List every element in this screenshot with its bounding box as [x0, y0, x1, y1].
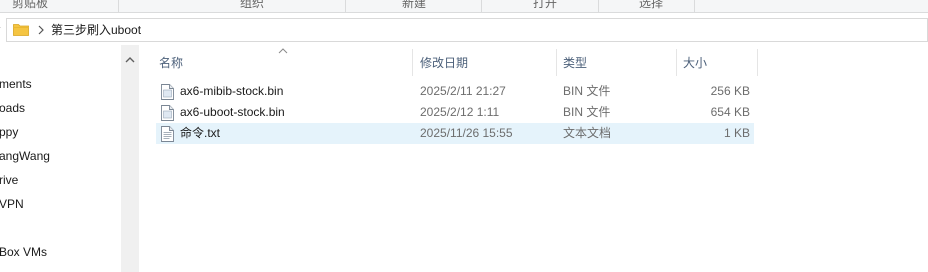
ribbon-divider — [345, 0, 346, 12]
column-header-name[interactable]: 名称 — [159, 54, 183, 72]
file-list: 名称 修改日期 类型 大小 ax6-mibib-stock.bin 2025/2… — [139, 45, 928, 272]
nav-item-documents[interactable]: ments — [0, 75, 32, 93]
column-header-type[interactable]: 类型 — [563, 54, 587, 72]
column-divider[interactable] — [676, 49, 677, 76]
column-header-date[interactable]: 修改日期 — [420, 54, 468, 72]
file-row[interactable]: ax6-uboot-stock.bin 2025/2/12 1:11 BIN 文… — [156, 102, 754, 123]
file-date: 2025/2/12 1:11 — [420, 105, 500, 119]
column-divider[interactable] — [757, 49, 758, 76]
bin-file-icon — [161, 84, 174, 100]
ribbon-group-organize: 组织 — [240, 0, 265, 10]
nav-item-wangwang[interactable]: angWang — [0, 147, 50, 165]
text-file-icon — [161, 126, 174, 142]
scroll-up-icon[interactable] — [125, 53, 135, 63]
ribbon-group-new: 新建 — [402, 0, 427, 10]
column-divider[interactable] — [412, 49, 413, 76]
nav-item-ppy[interactable]: ppy — [0, 123, 18, 141]
address-bar[interactable]: 第三步刷入uboot — [6, 18, 928, 42]
ribbon-divider — [118, 0, 119, 12]
file-size: 654 KB — [710, 105, 750, 119]
file-date: 2025/11/26 15:55 — [420, 126, 513, 140]
file-name: ax6-uboot-stock.bin — [180, 105, 285, 119]
ribbon-group-labels: 剪贴板 组织 新建 打开 选择 — [0, 0, 928, 13]
file-size: 256 KB — [710, 84, 750, 98]
navigation-pane: ments oads ppy angWang rive VPN Box VMs — [0, 45, 121, 272]
ribbon-divider — [598, 0, 599, 12]
file-name: 命令.txt — [180, 126, 221, 140]
folder-icon — [13, 23, 29, 36]
navigation-scrollbar[interactable] — [121, 45, 139, 272]
breadcrumb-current-folder[interactable]: 第三步刷入uboot — [51, 22, 141, 38]
up-arrow-icon[interactable] — [0, 22, 4, 36]
ribbon-group-select: 选择 — [639, 0, 664, 10]
bin-file-icon — [161, 105, 174, 121]
file-date: 2025/2/11 21:27 — [420, 84, 506, 98]
file-size: 1 KB — [723, 126, 750, 140]
column-divider[interactable] — [556, 49, 557, 76]
file-row[interactable]: ax6-mibib-stock.bin 2025/2/11 21:27 BIN … — [156, 81, 754, 102]
file-type: BIN 文件 — [563, 84, 611, 98]
ribbon-group-clipboard: 剪贴板 — [12, 0, 49, 10]
file-type: 文本文档 — [563, 126, 612, 140]
nav-item-downloads[interactable]: oads — [0, 99, 25, 117]
file-type: BIN 文件 — [563, 105, 611, 119]
ribbon-divider — [694, 0, 695, 12]
nav-item-vpn[interactable]: VPN — [0, 195, 24, 213]
ribbon-group-open: 打开 — [533, 0, 558, 10]
nav-item-virtualbox-vms[interactable]: Box VMs — [0, 243, 47, 261]
chevron-right-icon[interactable] — [36, 22, 46, 38]
sort-ascending-icon — [278, 44, 288, 54]
file-name: ax6-mibib-stock.bin — [180, 84, 284, 98]
file-row[interactable]: 命令.txt 2025/11/26 15:55 文本文档 1 KB — [156, 123, 754, 144]
address-bar-row: 第三步刷入uboot — [0, 14, 928, 45]
column-header-size[interactable]: 大小 — [683, 54, 707, 72]
ribbon-divider — [481, 0, 482, 12]
nav-item-drive[interactable]: rive — [0, 171, 18, 189]
